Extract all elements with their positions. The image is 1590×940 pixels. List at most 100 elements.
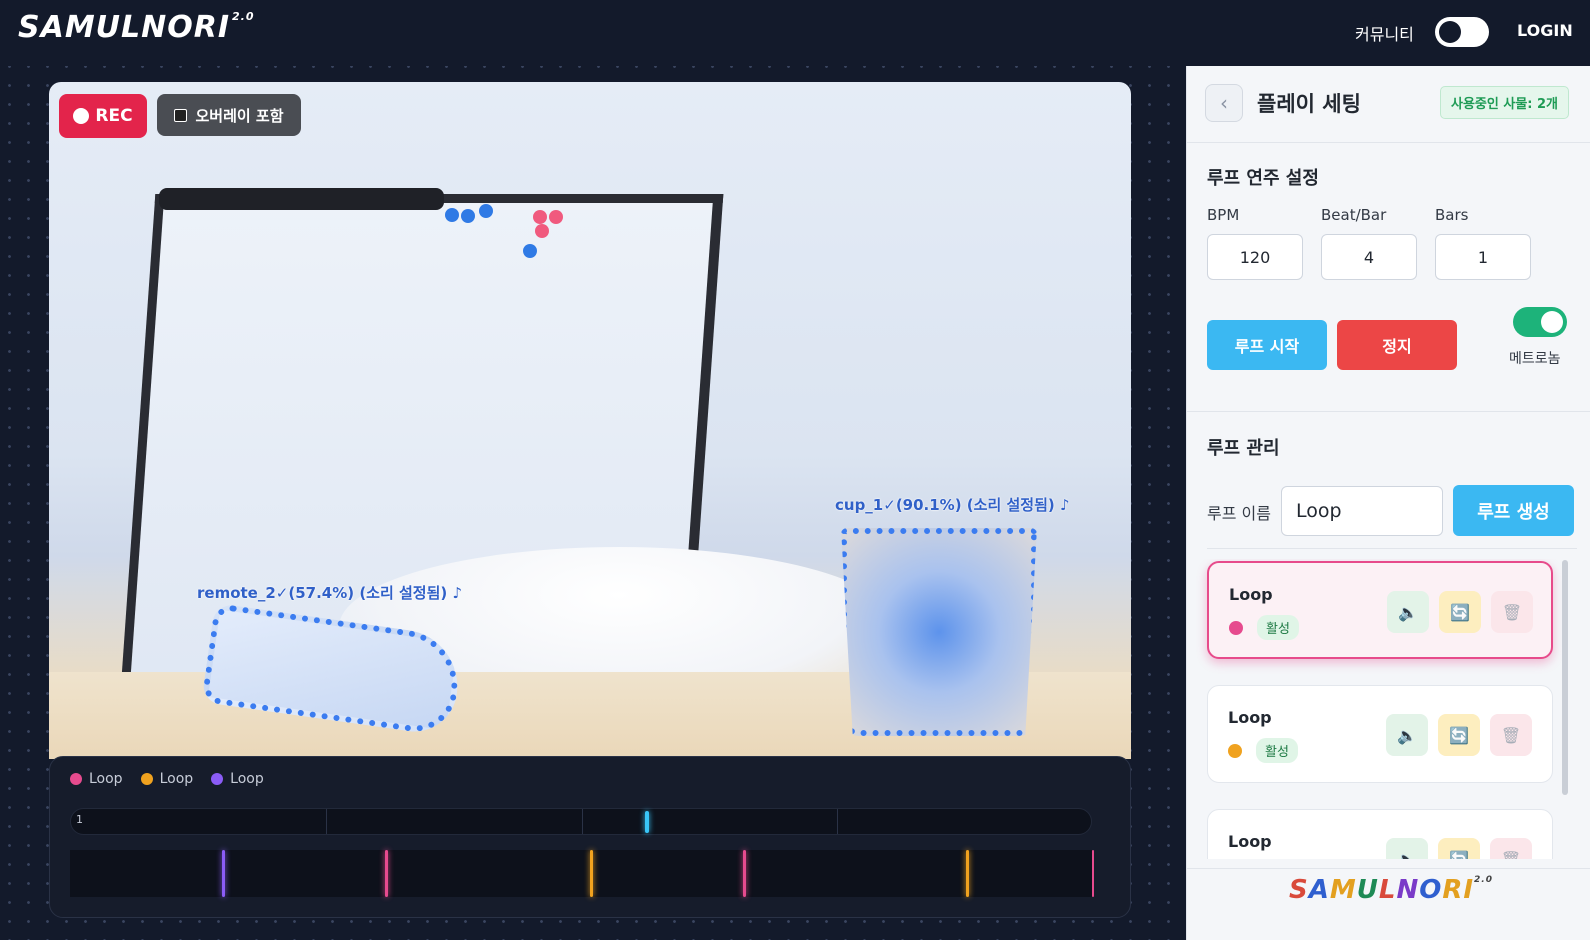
remote-detection-label: remote_2✓(57.4%) (소리 설정됨) ♪	[197, 584, 463, 602]
record-button[interactable]: REC	[59, 94, 147, 138]
beat-divider	[837, 809, 838, 834]
loop-toggle-button[interactable]: 🔄	[1439, 591, 1481, 633]
trash-icon: 🗑	[1500, 725, 1522, 745]
speaker-icon: 🔈	[1397, 725, 1417, 745]
loop-name: Loop	[1228, 708, 1272, 727]
delete-button[interactable]: 🗑	[1490, 838, 1532, 859]
loop-card[interactable]: Loop 활성 🔈 🔄 🗑	[1207, 685, 1553, 783]
footer-logo-letter: O	[1419, 875, 1443, 905]
login-link[interactable]: LOGIN	[1517, 21, 1573, 40]
record-dot-icon	[73, 108, 90, 124]
checkbox-icon[interactable]	[174, 108, 188, 122]
back-button[interactable]: ‹	[1205, 84, 1243, 122]
delete-button[interactable]: 🗑	[1491, 591, 1533, 633]
delete-button[interactable]: 🗑	[1490, 714, 1532, 756]
playhead[interactable]	[645, 811, 649, 833]
loop-name-input[interactable]	[1281, 486, 1443, 536]
bars-label: Bars	[1435, 206, 1469, 224]
magnet	[535, 224, 549, 238]
repeat-icon: 🔄	[1449, 725, 1469, 745]
sound-button[interactable]: 🔈	[1387, 591, 1429, 633]
bpm-input[interactable]	[1207, 234, 1303, 280]
section-divider	[1187, 411, 1590, 412]
loop-toggle-button[interactable]: 🔄	[1438, 838, 1480, 859]
loop-toggle-button[interactable]: 🔄	[1438, 714, 1480, 756]
loop-color-dot	[1229, 621, 1243, 635]
toggle-knob	[1541, 311, 1563, 333]
status-badge: 활성	[1256, 738, 1298, 763]
loop-timeline: Loop Loop Loop 1	[49, 756, 1131, 918]
legend-label: Loop	[159, 771, 194, 787]
bars-input[interactable]	[1435, 234, 1531, 280]
items-in-use-badge: 사용중인 사물: 2개	[1440, 86, 1570, 119]
trash-icon: 🗑	[1501, 602, 1523, 622]
footer-version: 2.0	[1474, 875, 1493, 885]
loop-settings-title: 루프 연주 설정	[1207, 168, 1319, 189]
stop-button[interactable]: 정지	[1337, 320, 1457, 370]
footer-logo-letter: A	[1308, 875, 1330, 905]
magnet	[549, 210, 563, 224]
brand-logo[interactable]: SAMULNORI 2.0	[18, 10, 255, 45]
loop-list-scrollbar[interactable]	[1562, 560, 1568, 795]
legend-label: Loop	[89, 771, 123, 787]
panel-title: 플레이 세팅	[1257, 92, 1361, 116]
loop-card[interactable]: Loop 활성 🔈 🔄 🗑	[1207, 809, 1553, 859]
create-loop-button[interactable]: 루프 생성	[1453, 485, 1574, 536]
beat-mark	[385, 850, 388, 897]
legend-item: Loop	[70, 771, 123, 787]
sound-button[interactable]: 🔈	[1386, 838, 1428, 859]
loop-start-button[interactable]: 루프 시작	[1207, 320, 1327, 370]
loop-manage-title: 루프 관리	[1207, 438, 1280, 459]
footer-logo-letter: N	[1396, 875, 1420, 905]
magnet	[445, 208, 459, 222]
theme-toggle[interactable]	[1435, 17, 1489, 47]
overlay-label: 오버레이 포함	[195, 106, 284, 125]
magnet	[479, 204, 493, 218]
footer-logo: SAMULNORI2.0	[1289, 875, 1493, 905]
cup-detection-label: cup_1✓(90.1%) (소리 설정됨) ♪	[835, 496, 1070, 514]
magnet	[461, 209, 475, 223]
magnet	[523, 244, 537, 258]
beat-mark	[966, 850, 969, 897]
cup-detection-outline[interactable]	[841, 528, 1037, 736]
magnet	[533, 210, 547, 224]
bpm-label: BPM	[1207, 206, 1240, 224]
section-divider	[1207, 548, 1577, 549]
panel-footer: SAMULNORI2.0	[1187, 868, 1590, 940]
beat-divider	[326, 809, 327, 834]
record-label: REC	[95, 106, 133, 126]
footer-logo-letter: L	[1378, 875, 1397, 905]
beat-per-bar-input[interactable]	[1321, 234, 1417, 280]
loop-color-dot	[1228, 744, 1242, 758]
footer-logo-letter: M	[1329, 875, 1357, 905]
bar-track[interactable]: 1	[70, 808, 1092, 835]
beat-mark	[743, 850, 746, 897]
loop-name: Loop	[1228, 832, 1272, 851]
bar-number: 1	[76, 813, 83, 826]
sound-button[interactable]: 🔈	[1386, 714, 1428, 756]
community-link[interactable]: 커뮤니티	[1355, 21, 1414, 45]
footer-logo-letter: U	[1356, 875, 1379, 905]
loop-list: Loop 활성 🔈 🔄 🗑 Loop 활성 🔈 🔄 🗑 Loop 활성 🔈 🔄 …	[1187, 559, 1590, 859]
status-badge: 활성	[1257, 615, 1299, 640]
beat-mark	[222, 850, 225, 897]
top-nav: SAMULNORI 2.0 커뮤니티 LOGIN	[0, 0, 1590, 66]
beat-track	[70, 850, 1094, 897]
speaker-icon: 🔈	[1398, 602, 1418, 622]
include-overlay-toggle[interactable]: 오버레이 포함	[157, 94, 301, 136]
loop-card[interactable]: Loop 활성 🔈 🔄 🗑	[1207, 561, 1553, 659]
metronome-toggle[interactable]	[1513, 307, 1567, 337]
trash-icon: 🗑	[1500, 849, 1522, 860]
footer-logo-letter: RI	[1442, 875, 1475, 905]
legend-item: Loop	[140, 771, 194, 787]
camera-feed: remote_2✓(57.4%) (소리 설정됨) ♪ cup_1✓(90.1%…	[49, 82, 1131, 759]
whiteboard-rail	[159, 188, 444, 210]
timeline-legend: Loop Loop Loop	[70, 771, 264, 787]
beat-divider	[582, 809, 583, 834]
loop-name: Loop	[1229, 585, 1273, 604]
speaker-icon: 🔈	[1397, 849, 1417, 860]
repeat-icon: 🔄	[1450, 602, 1470, 622]
legend-dot	[70, 773, 82, 785]
metronome-label: 메트로놈	[1509, 351, 1561, 367]
loop-name-label: 루프 이름	[1207, 504, 1271, 523]
